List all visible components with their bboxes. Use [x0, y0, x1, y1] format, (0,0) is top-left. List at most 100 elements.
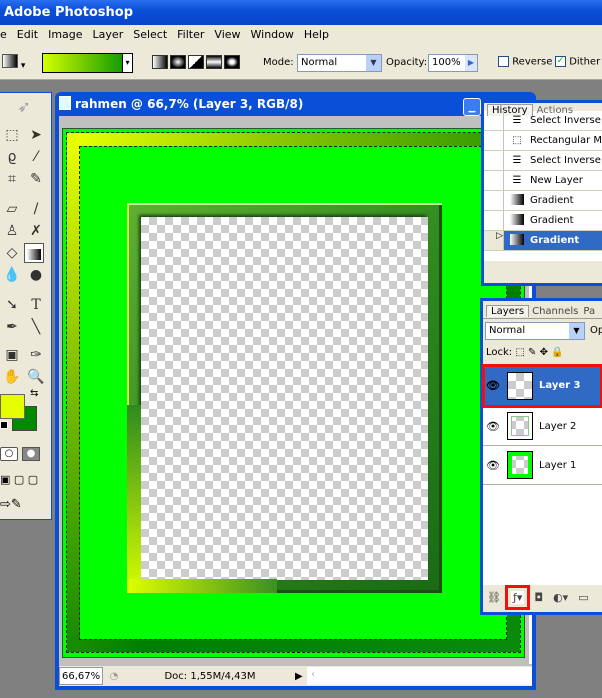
zoom-level[interactable]: 66,67% [59, 667, 103, 685]
gradient-picker[interactable] [42, 53, 132, 73]
step-icon: ☰ [512, 155, 522, 166]
tab-paths[interactable]: Pa [581, 306, 597, 317]
notes-tool-icon[interactable]: ▣ [2, 345, 22, 365]
tab-layers[interactable]: Layers [486, 305, 530, 317]
link-layers-icon[interactable]: ⛓ [487, 591, 501, 604]
blend-mode-select[interactable]: Normal ▼ [485, 322, 585, 340]
status-menu-arrow[interactable]: ▶ [295, 671, 307, 682]
new-group-icon[interactable]: ▭ [578, 591, 588, 604]
move-tool-icon[interactable]: ➤ [26, 125, 46, 145]
angle-gradient-button[interactable] [188, 55, 204, 69]
document-canvas-area[interactable]: 66,67% ◔ Doc: 1,55M/4,43M ▶ ‹ [59, 116, 532, 686]
chevron-down-icon: ▼ [569, 323, 584, 339]
pen-tool-icon[interactable]: ✒ [2, 317, 22, 337]
canvas-image[interactable] [62, 128, 525, 658]
history-item[interactable]: ☰ Select Inverse [484, 151, 602, 171]
visibility-eye-icon[interactable]: 👁 [483, 459, 503, 472]
zoom-tool-icon[interactable]: 🔍 [26, 367, 46, 387]
path-selection-tool-icon[interactable]: ➘ [2, 295, 22, 315]
history-item[interactable]: ☰ New Layer [484, 171, 602, 191]
status-bar: 66,67% ◔ Doc: 1,55M/4,43M ▶ ‹ [59, 666, 532, 686]
blur-tool-icon[interactable]: 💧 [2, 265, 22, 285]
brush-tool-icon[interactable]: / [26, 199, 46, 219]
history-item[interactable]: Gradient [484, 211, 602, 231]
history-label: Select Inverse [530, 115, 601, 126]
document-title: rahmen @ 66,7% (Layer 3, RGB/8) [75, 97, 304, 111]
history-brush-tool-icon[interactable]: ✗ [26, 221, 46, 241]
quick-mask-button[interactable]: ● [22, 447, 40, 461]
marquee-tool-icon[interactable]: ⬚ [2, 125, 22, 145]
hand-tool-icon[interactable]: ✋ [2, 367, 22, 387]
history-item[interactable]: Gradient [484, 191, 602, 211]
history-label: Gradient [530, 195, 574, 206]
type-tool-icon[interactable]: T [26, 295, 46, 315]
menu-edit[interactable]: Edit [12, 28, 43, 45]
menu-image[interactable]: Image [43, 28, 87, 45]
opacity-input[interactable]: 100% ▶ [428, 54, 478, 72]
menu-view[interactable]: View [209, 28, 245, 45]
lock-label: Lock: [486, 347, 513, 358]
radial-gradient-button[interactable] [170, 55, 186, 69]
dodge-tool-icon[interactable]: ● [26, 265, 46, 285]
visibility-eye-icon[interactable]: 👁 [483, 420, 503, 433]
menu-window[interactable]: Window [246, 28, 299, 45]
eyedropper-tool-icon[interactable]: ✑ [26, 345, 46, 365]
stamp-tool-icon[interactable]: ♙ [2, 221, 22, 241]
layer-row[interactable]: 👁 Layer 1 [483, 446, 602, 485]
layer-row[interactable]: 👁 Layer 2 [483, 407, 602, 446]
horizontal-scrollbar[interactable]: ‹ [307, 667, 532, 685]
menu-help[interactable]: Help [299, 28, 334, 45]
menu-layer[interactable]: Layer [88, 28, 129, 45]
default-colors-icon[interactable] [0, 421, 8, 429]
crop-tool-icon[interactable]: ⌗ [2, 169, 22, 189]
lock-row: Lock: ⬚ ✎ ✥ 🔒 [483, 343, 602, 365]
reverse-checkbox[interactable]: Reverse [498, 56, 552, 68]
gradient-tool-icon[interactable] [24, 243, 44, 263]
lasso-tool-icon[interactable]: ϱ [2, 147, 22, 167]
healing-brush-tool-icon[interactable]: ▱ [2, 199, 22, 219]
gradient-dropdown-arrow[interactable]: ▾ [122, 53, 133, 73]
layer-opacity-label: Op [590, 325, 602, 336]
standard-mode-button[interactable]: ○ [0, 447, 18, 461]
menu-filter[interactable]: Filter [172, 28, 209, 45]
lock-all-icon[interactable]: 🔒 [551, 347, 563, 358]
slice-tool-icon[interactable]: ✎ [26, 169, 46, 189]
eraser-tool-icon[interactable]: ◇ [2, 243, 22, 263]
chevron-right-icon[interactable]: ▶ [465, 55, 477, 71]
screen-mode-buttons[interactable]: ▣ ▢ ▢ [0, 473, 38, 486]
layer-row-selected[interactable]: 👁 Layer 3 [482, 364, 602, 408]
magic-wand-tool-icon[interactable]: ⁄ [26, 147, 46, 167]
menu-select[interactable]: Select [128, 28, 172, 45]
reflected-gradient-button[interactable] [206, 55, 222, 69]
opacity-label: Opacity: [386, 57, 428, 68]
history-label: New Layer [530, 175, 583, 186]
history-item-selected[interactable]: ▷ Gradient [484, 231, 602, 251]
history-label: Gradient [530, 235, 580, 246]
swap-colors-icon[interactable]: ⇆ [30, 388, 38, 399]
layer-style-icon[interactable]: ƒ▾ [504, 584, 531, 610]
mode-select[interactable]: Normal ▼ [297, 54, 382, 72]
dither-checkbox[interactable]: ✓ Dither [555, 56, 600, 68]
tool-preset-picker[interactable]: ▾ [2, 54, 34, 71]
layer-name: Layer 3 [539, 380, 581, 391]
foreground-color-swatch[interactable] [0, 394, 25, 419]
visibility-eye-icon[interactable]: 👁 [483, 379, 503, 392]
minimize-button[interactable]: ▁ [463, 98, 481, 116]
adjustment-layer-icon[interactable]: ◐▾ [553, 591, 568, 604]
lock-transparency-icon[interactable]: ⬚ [515, 347, 524, 358]
line-tool-icon[interactable]: ╲ [26, 317, 46, 337]
history-item[interactable]: ⬚ Rectangular M [484, 131, 602, 151]
dither-label: Dither [569, 56, 601, 68]
diamond-gradient-button[interactable] [224, 55, 240, 69]
lock-position-icon[interactable]: ✥ [540, 347, 548, 358]
layer-thumbnail [507, 451, 533, 479]
lock-pixels-icon[interactable]: ✎ [528, 347, 536, 358]
layer-mask-icon[interactable]: ◘ [534, 591, 543, 604]
opacity-value: 100% [432, 57, 461, 68]
jump-to-imageready-icon[interactable]: ⇨✎ [0, 497, 22, 512]
menu-file[interactable]: e [0, 28, 12, 45]
linear-gradient-button[interactable] [152, 55, 168, 69]
layer-name: Layer 2 [539, 420, 577, 432]
status-info-icon[interactable]: ◔ [103, 671, 125, 682]
tab-channels[interactable]: Channels [529, 306, 581, 317]
